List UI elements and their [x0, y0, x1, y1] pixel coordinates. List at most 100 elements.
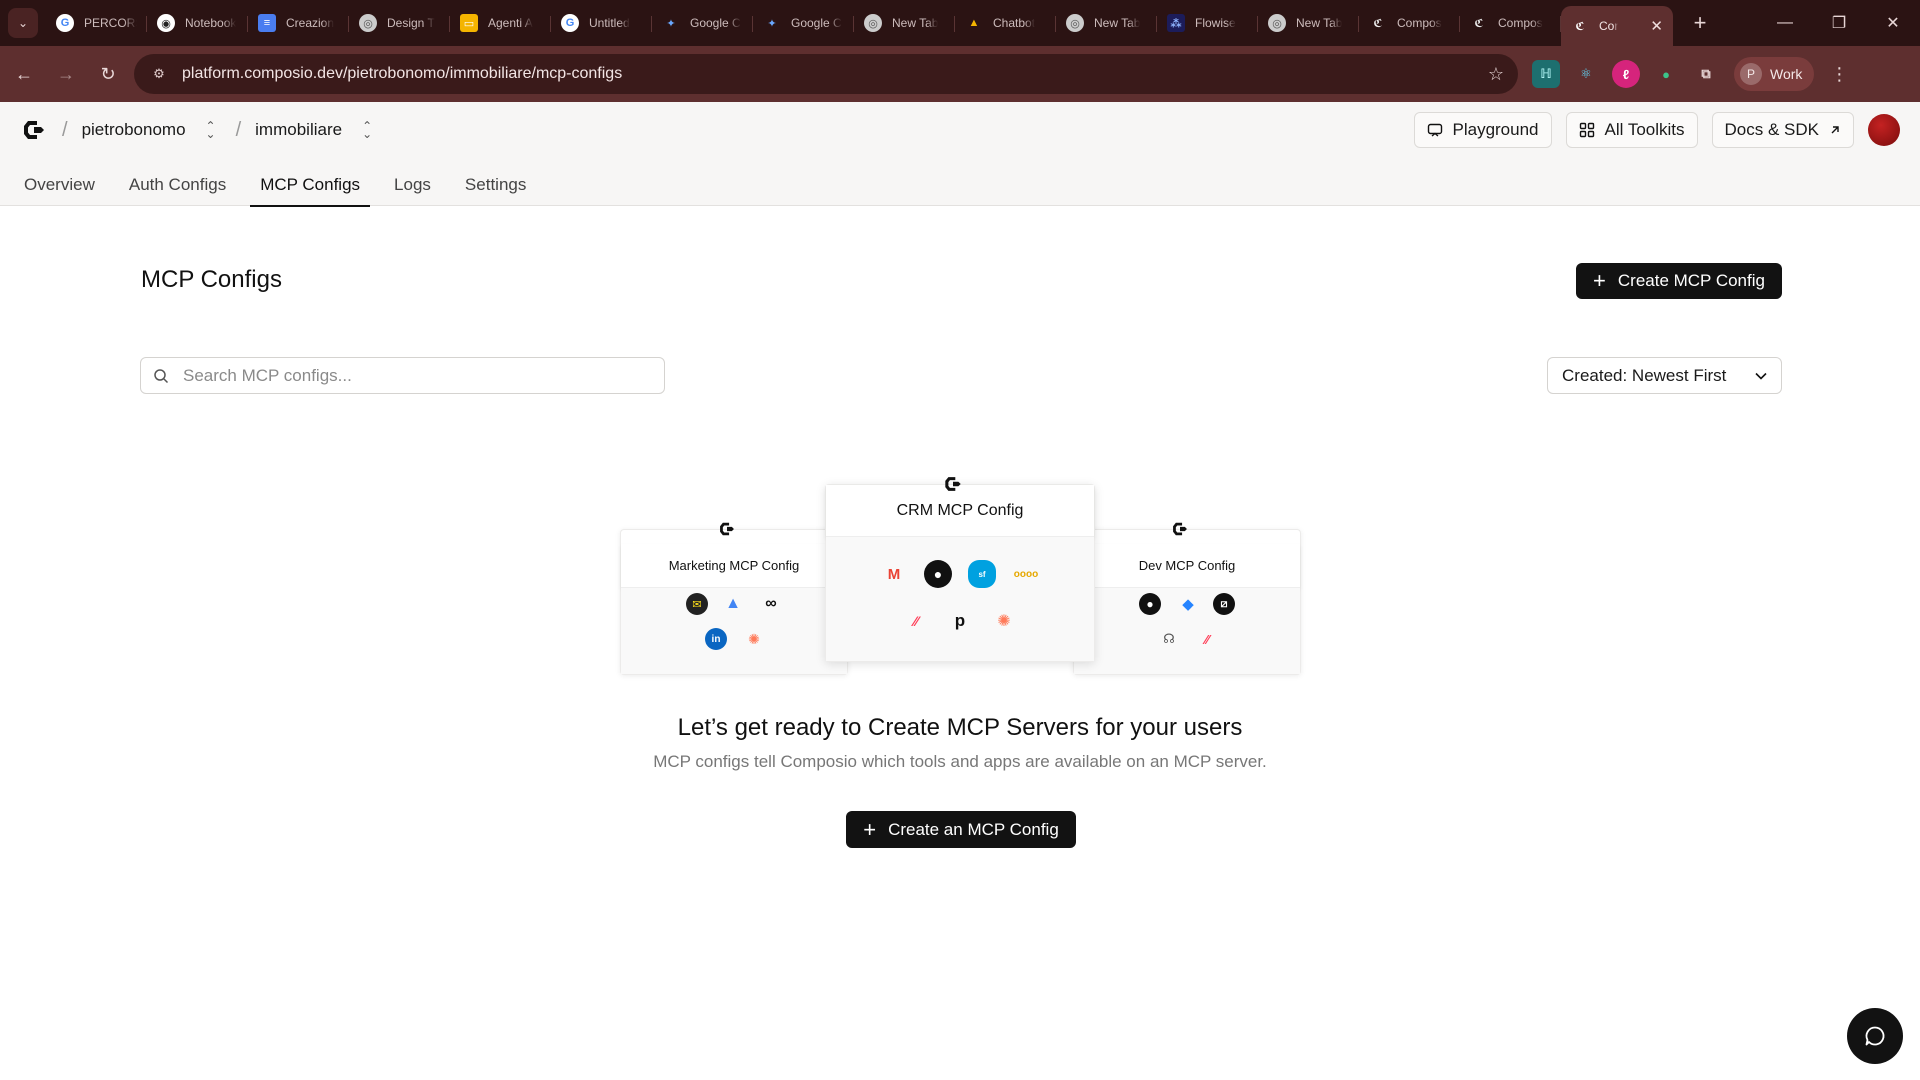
gmail-icon: M [887, 565, 901, 583]
breadcrumb-separator: / [62, 118, 68, 141]
bookmark-star-icon[interactable]: ☆ [1488, 64, 1504, 85]
tab-settings[interactable]: Settings [455, 164, 536, 206]
minimize-icon[interactable]: — [1758, 0, 1812, 46]
composio-logo-icon [1170, 519, 1190, 539]
browser-tab[interactable]: ⁂ Flowise [1157, 5, 1258, 41]
extension-icon[interactable]: ℍ [1532, 60, 1560, 88]
docs-sdk-button[interactable]: Docs & SDK [1711, 112, 1854, 148]
composio-icon: ℭ [1373, 17, 1383, 30]
browser-tab-active[interactable]: ℭ Cor ✕ [1561, 6, 1673, 46]
browser-tab[interactable]: ▲ Chatbot [955, 5, 1056, 41]
pipedrive-icon: p [954, 611, 966, 630]
breadcrumb-separator: / [235, 118, 242, 141]
playground-button[interactable]: Playground [1413, 112, 1552, 148]
composio-logo-icon [942, 473, 964, 495]
composio-icon: ℭ [1474, 17, 1484, 30]
user-avatar[interactable] [1868, 114, 1900, 146]
browser-toolbar: ← → ↻ ⚙ platform.composio.dev/pietrobono… [0, 46, 1920, 102]
tab-logs[interactable]: Logs [384, 164, 441, 206]
site-settings-icon[interactable]: ⚙ [148, 63, 170, 85]
browser-tab[interactable]: ◎ Design T [349, 5, 450, 41]
extension-p-icon[interactable]: ℓ [1612, 60, 1640, 88]
slides-icon: ▭ [460, 14, 478, 32]
chrome-icon: ◎ [864, 14, 882, 32]
create-mcp-config-button[interactable]: + Create MCP Config [1576, 263, 1782, 299]
flowise-icon: ⁂ [1167, 14, 1185, 32]
url-text[interactable]: platform.composio.dev/pietrobonomo/immob… [182, 65, 1488, 83]
grid-icon [1579, 122, 1594, 138]
close-tab-icon[interactable]: ✕ [1650, 17, 1663, 35]
browser-tab[interactable]: ℭ Compos [1359, 5, 1460, 41]
playground-icon [1427, 123, 1442, 137]
plus-icon: + [863, 816, 877, 842]
meta-icon: ∞ [765, 595, 777, 612]
extension-leaf-icon[interactable]: ● [1652, 60, 1680, 88]
browser-tab[interactable]: ≡ Creazion [248, 5, 349, 41]
browser-tab[interactable]: G Untitled [551, 5, 652, 41]
tab-overview[interactable]: Overview [14, 164, 105, 206]
profile-label: Work [1770, 66, 1803, 82]
app-header: / pietrobonomo ⌃ ⌄ / immobiliare ⌃ ⌄ Playg… [0, 102, 1920, 207]
chevron-updown-icon: ⌃ ⌄ [362, 119, 373, 141]
hubspot-icon: ✺ [748, 630, 760, 647]
create-an-mcp-config-button[interactable]: + Create an MCP Config [846, 811, 1076, 848]
gemini-icon: ✦ [666, 17, 676, 30]
docs-icon: ≡ [258, 14, 276, 32]
browser-tab[interactable]: ✦ Google C [753, 5, 854, 41]
external-link-icon [1831, 126, 1839, 134]
bitbucket-icon: ◆ [1182, 596, 1194, 613]
sort-select[interactable]: Created: Newest First [1547, 357, 1782, 394]
browser-menu-icon[interactable]: ⋮ [1824, 64, 1854, 85]
new-tab-icon[interactable]: + [1685, 10, 1715, 36]
search-input[interactable] [183, 365, 643, 386]
address-bar[interactable]: ⚙ platform.composio.dev/pietrobonomo/imm… [134, 54, 1518, 94]
chrome-icon: ◎ [359, 14, 377, 32]
sentry-icon: ☊ [1163, 631, 1175, 646]
composio-logo-icon[interactable] [20, 116, 48, 144]
all-toolkits-button[interactable]: All Toolkits [1565, 112, 1698, 148]
google-icon: G [561, 14, 579, 32]
sort-label: Created: Newest First [1562, 365, 1727, 385]
mailchimp-icon: ✉ [686, 593, 708, 615]
org-name: pietrobonomo [81, 120, 186, 139]
search-box[interactable] [140, 357, 665, 394]
browser-tab[interactable]: ℭ Compos [1460, 5, 1561, 41]
empty-state-headline: Let’s get ready to Create MCP Servers fo… [677, 714, 1243, 741]
browser-tab-bar: ⌄ GPERCORS ◉Notebook ≡Creazion ◎Design T… [0, 0, 1920, 46]
notebooklm-icon: ◉ [157, 14, 175, 32]
reload-icon[interactable]: ↻ [90, 56, 126, 92]
close-window-icon[interactable]: ✕ [1866, 0, 1920, 46]
forward-icon[interactable]: → [48, 56, 84, 92]
restore-icon[interactable]: ❐ [1812, 0, 1866, 46]
chat-support-button[interactable] [1847, 1008, 1903, 1064]
browser-tab[interactable]: GPERCORS [46, 5, 147, 41]
tab-mcp-configs[interactable]: MCP Configs [250, 164, 370, 207]
org-switcher[interactable]: pietrobonomo ⌃ ⌄ [82, 120, 216, 140]
tab-auth-configs[interactable]: Auth Configs [119, 164, 236, 206]
chevron-down-icon [1755, 372, 1767, 380]
project-switcher[interactable]: immobiliare ⌃ ⌄ [255, 120, 372, 140]
chrome-icon: ◎ [1268, 14, 1286, 32]
project-name: immobiliare [255, 120, 343, 139]
chevron-updown-icon: ⌃ ⌄ [205, 119, 216, 141]
search-icon [154, 368, 169, 383]
browser-tab[interactable]: ◎ New Tab [854, 5, 955, 41]
profile-button[interactable]: P Work [1734, 57, 1815, 91]
chat-bubble-icon [1865, 1026, 1885, 1046]
linear-icon: ⧄ [1213, 593, 1235, 615]
zoho-icon: oooo [1013, 568, 1039, 580]
monday-icon: ⁄⁄ [1204, 631, 1210, 647]
browser-tab[interactable]: ✦ Google C [652, 5, 753, 41]
browser-tab[interactable]: ▭ Agenti A [450, 5, 551, 41]
crm-card: CRM MCP Config [825, 484, 1095, 662]
browser-tab[interactable]: ◎ New Tab [1056, 5, 1157, 41]
browser-tab[interactable]: ◉ Notebook [147, 5, 248, 41]
salesforce-icon: sf [968, 560, 996, 588]
tab-search-chevron-icon[interactable]: ⌄ [8, 8, 38, 38]
back-icon[interactable]: ← [6, 56, 42, 92]
extensions-puzzle-icon[interactable]: ⧉ [1692, 60, 1720, 88]
browser-tab[interactable]: ◎ New Tab [1258, 5, 1359, 41]
react-devtools-icon[interactable]: ⚛ [1572, 60, 1600, 88]
card-title: Marketing MCP Config [621, 544, 847, 588]
card-title: Dev MCP Config [1074, 544, 1300, 588]
